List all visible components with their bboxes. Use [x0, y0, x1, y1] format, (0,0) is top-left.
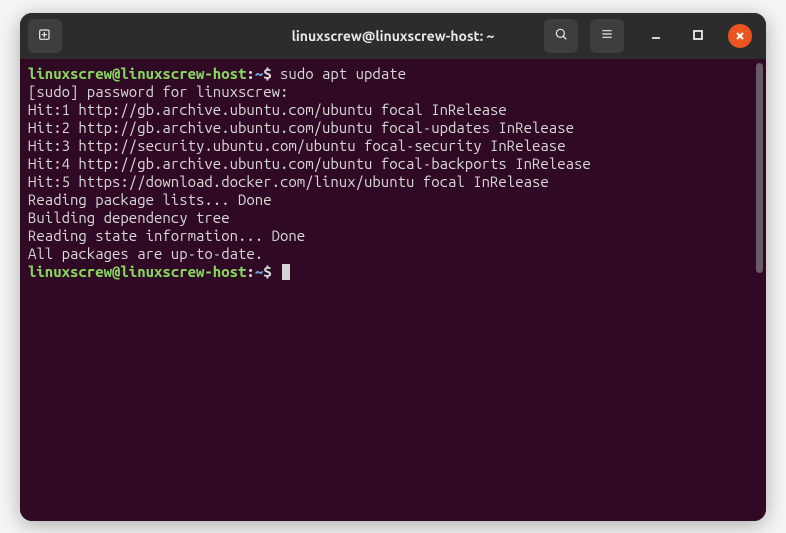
new-tab-button[interactable]	[28, 19, 62, 53]
close-icon	[735, 27, 745, 45]
prompt-path: ~	[255, 263, 263, 280]
scrollbar[interactable]	[756, 63, 763, 273]
prompt-line-1: linuxscrew@linuxscrew-host:~$ sudo apt u…	[28, 65, 758, 83]
output-line: Reading state information... Done	[28, 227, 758, 245]
prompt-symbol: $	[263, 263, 271, 280]
titlebar-right	[544, 19, 758, 53]
prompt-symbol: $	[263, 65, 271, 82]
prompt-sep: :	[246, 263, 254, 280]
output-line: Hit:2 http://gb.archive.ubuntu.com/ubunt…	[28, 119, 758, 137]
new-tab-icon	[37, 26, 53, 46]
output-line: [sudo] password for linuxscrew:	[28, 83, 758, 101]
minimize-button[interactable]	[644, 24, 668, 48]
menu-button[interactable]	[590, 19, 624, 53]
window-title: linuxscrew@linuxscrew-host: ~	[292, 28, 495, 44]
command-1: sudo apt update	[280, 65, 406, 82]
output-line: Reading package lists... Done	[28, 191, 758, 209]
prompt-path: ~	[255, 65, 263, 82]
output-line: Hit:3 http://security.ubuntu.com/ubuntu …	[28, 137, 758, 155]
search-button[interactable]	[544, 19, 578, 53]
maximize-button[interactable]	[686, 24, 710, 48]
hamburger-icon	[599, 26, 615, 46]
output-line: Hit:1 http://gb.archive.ubuntu.com/ubunt…	[28, 101, 758, 119]
command-text	[272, 65, 280, 82]
terminal-body[interactable]: linuxscrew@linuxscrew-host:~$ sudo apt u…	[20, 59, 766, 521]
output-line: All packages are up-to-date.	[28, 245, 758, 263]
prompt-sep: :	[246, 65, 254, 82]
prompt-line-2: linuxscrew@linuxscrew-host:~$	[28, 263, 758, 281]
output-line: Hit:5 https://download.docker.com/linux/…	[28, 173, 758, 191]
minimize-icon	[650, 27, 662, 45]
terminal-window: linuxscrew@linuxscrew-host: ~	[20, 13, 766, 521]
titlebar-left	[28, 19, 62, 53]
search-icon	[553, 26, 569, 46]
prompt-user: linuxscrew@linuxscrew-host	[28, 65, 246, 82]
close-button[interactable]	[728, 24, 752, 48]
window-controls	[644, 24, 752, 48]
output-line: Building dependency tree	[28, 209, 758, 227]
cursor	[282, 264, 290, 280]
titlebar: linuxscrew@linuxscrew-host: ~	[20, 13, 766, 59]
prompt-user: linuxscrew@linuxscrew-host	[28, 263, 246, 280]
maximize-icon	[692, 27, 704, 45]
output-line: Hit:4 http://gb.archive.ubuntu.com/ubunt…	[28, 155, 758, 173]
